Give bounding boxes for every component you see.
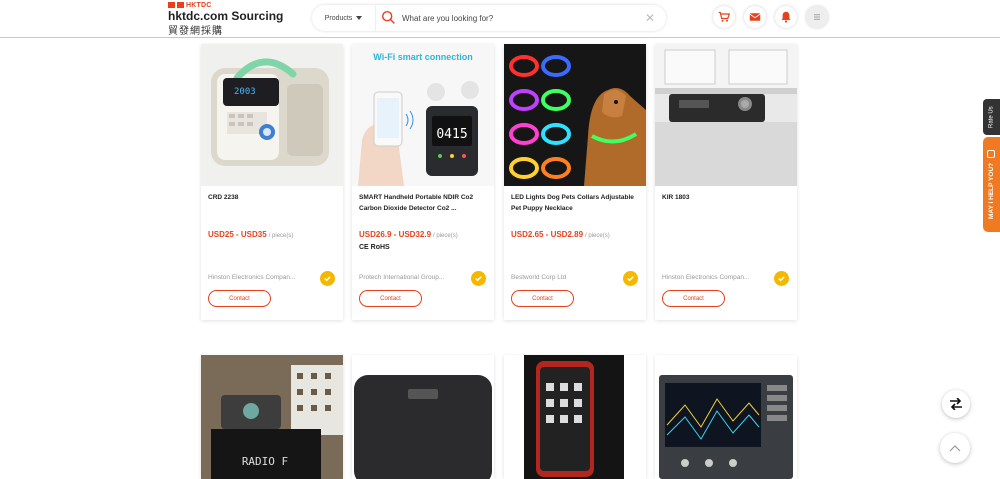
menu-icon <box>814 14 820 20</box>
search-icon[interactable] <box>380 9 398 27</box>
brand-name-cn: 貿發網採購 <box>168 26 223 37</box>
rate-us-tab[interactable]: Rate Us <box>983 99 1000 135</box>
rate-us-label: Rate Us <box>988 106 995 128</box>
contact-button[interactable]: Contact <box>359 290 422 307</box>
price-unit: / piece(s) <box>433 233 458 239</box>
image-caption: Wi-Fi smart connection <box>373 52 472 62</box>
menu-button[interactable] <box>806 6 828 28</box>
contact-button[interactable]: Contact <box>662 290 725 307</box>
swap-arrows-icon <box>950 398 962 410</box>
hktdc-logo-icon <box>168 2 184 8</box>
svg-text:2003: 2003 <box>234 87 256 97</box>
product-image[interactable]: 2003 <box>201 44 343 186</box>
search-bar: Products ✕ <box>312 5 666 31</box>
certification-marks: CE RoHS <box>359 244 390 251</box>
may-i-help-you-tab[interactable]: MAY I HELP YOU? <box>983 137 1000 232</box>
product-image[interactable] <box>655 44 797 186</box>
detector-display: 0415 <box>436 127 467 142</box>
brand-name: hktdc.com Sourcing <box>168 9 284 23</box>
bell-icon <box>781 11 791 23</box>
supplier-name[interactable]: Bestworld Corp Ltd <box>511 274 611 281</box>
price-unit: / piece(s) <box>585 233 610 239</box>
product-image[interactable] <box>504 355 646 479</box>
back-to-top-button[interactable] <box>940 433 970 463</box>
cart-icon <box>718 11 730 22</box>
verified-badge-icon <box>320 271 335 286</box>
mail-button[interactable] <box>744 6 766 28</box>
top-header: HKTDC hktdc.com Sourcing 貿發網採購 Products … <box>0 0 1000 38</box>
product-price: USD26.9 - USD32.9/ piece(s) <box>359 230 458 239</box>
contact-button[interactable]: Contact <box>511 290 574 307</box>
logo-mark-text: HKTDC <box>186 1 212 9</box>
product-card[interactable] <box>504 355 646 479</box>
radio-display: RADIO F <box>242 455 288 468</box>
product-price: USD2.65 - USD2.89/ piece(s) <box>511 230 610 239</box>
product-name[interactable]: KIR 1803 <box>662 192 792 203</box>
verified-badge-icon <box>471 271 486 286</box>
supplier-name[interactable]: Protech International Group... <box>359 274 459 281</box>
chevron-down-icon <box>356 16 363 20</box>
close-icon[interactable]: ✕ <box>644 12 656 24</box>
chevron-up-icon <box>949 445 961 452</box>
mail-icon <box>749 13 761 21</box>
product-image[interactable] <box>655 355 797 479</box>
product-name[interactable]: CRD 2238 <box>208 192 338 203</box>
price-unit: / piece(s) <box>268 233 294 239</box>
category-select[interactable]: Products <box>312 5 376 31</box>
product-image[interactable]: Wi-Fi smart connection 0415 <box>352 44 494 186</box>
compare-button[interactable] <box>942 390 970 418</box>
product-card[interactable]: Wi-Fi smart connection 0415 SMART Handhe… <box>352 44 494 320</box>
verified-badge-icon <box>623 271 638 286</box>
price-range: USD25 - USD35 <box>208 230 267 239</box>
product-name[interactable]: SMART Handheld Portable NDIR Co2 Carbon … <box>359 192 489 214</box>
product-name[interactable]: LED Lights Dog Pets Collars Adjustable P… <box>511 192 641 214</box>
hktdc-logo[interactable]: HKTDC hktdc.com Sourcing 貿發網採購 <box>168 1 308 37</box>
product-image[interactable] <box>352 355 494 479</box>
product-image[interactable] <box>504 44 646 186</box>
notification-button[interactable] <box>775 6 797 28</box>
product-card[interactable]: 2003 CRD 2238 USD25 - USD35/ piece(s) Hi… <box>201 44 343 320</box>
product-card[interactable]: RADIO F <box>201 355 343 479</box>
product-card[interactable] <box>655 355 797 479</box>
product-card[interactable]: KIR 1803 Hinston Electronics Compan... C… <box>655 44 797 320</box>
search-input[interactable] <box>398 13 644 23</box>
product-card[interactable]: LED Lights Dog Pets Collars Adjustable P… <box>504 44 646 320</box>
verified-badge-icon <box>774 271 789 286</box>
category-select-label: Products <box>324 14 353 22</box>
cart-button[interactable] <box>713 6 735 28</box>
price-range: USD26.9 - USD32.9 <box>359 230 432 239</box>
product-price: USD25 - USD35/ piece(s) <box>208 230 293 239</box>
contact-button[interactable]: Contact <box>208 290 271 307</box>
hktdc-mark: HKTDC <box>168 1 212 9</box>
product-card[interactable] <box>352 355 494 479</box>
price-range: USD2.65 - USD2.89 <box>511 230 584 239</box>
may-help-label: MAY I HELP YOU? <box>988 162 995 219</box>
supplier-name[interactable]: Hinston Electronics Compan... <box>208 274 308 281</box>
product-image[interactable]: RADIO F <box>201 355 343 479</box>
supplier-name[interactable]: Hinston Electronics Compan... <box>662 274 762 281</box>
chat-icon <box>987 150 996 159</box>
